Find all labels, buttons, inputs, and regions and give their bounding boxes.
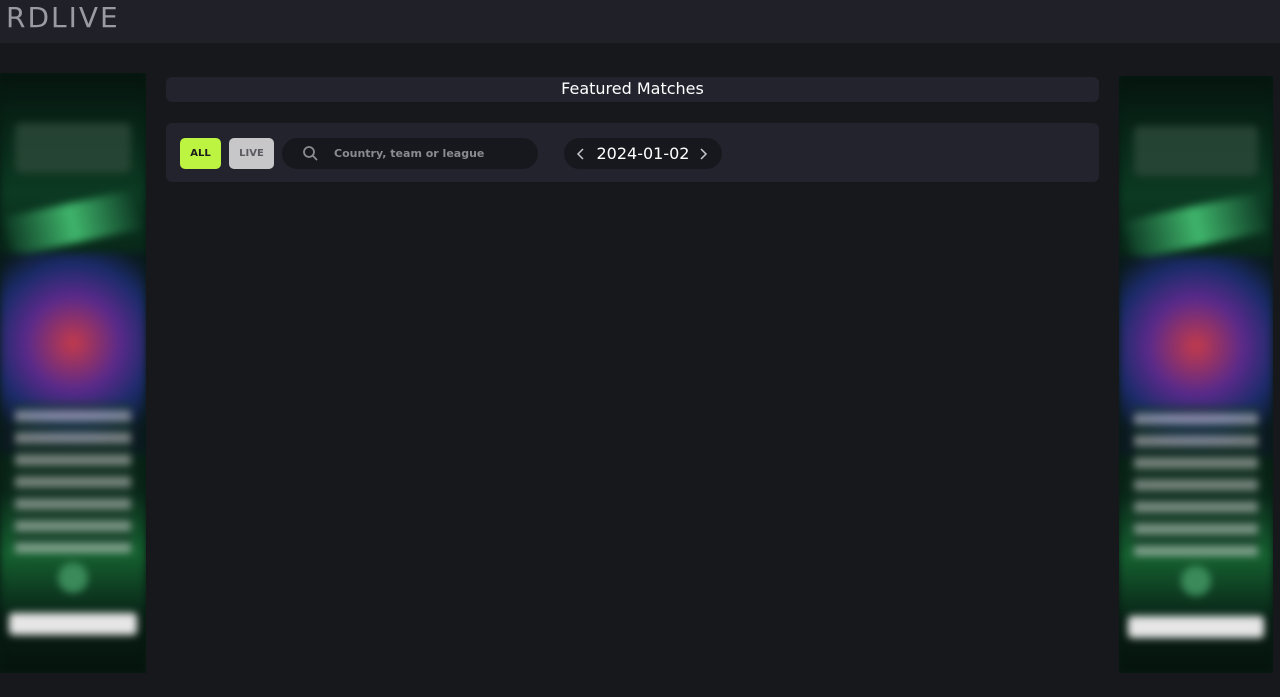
site-logo[interactable]: RDLIVE — [6, 4, 120, 32]
top-navbar: RDLIVE — [0, 0, 1280, 43]
left-banner-ad[interactable] — [0, 73, 146, 673]
search-box[interactable] — [282, 138, 538, 169]
selected-date[interactable]: 2024-01-02 — [594, 138, 692, 169]
search-input[interactable] — [334, 138, 530, 169]
filter-live-button[interactable]: LIVE — [229, 138, 274, 169]
search-icon — [302, 145, 318, 161]
filter-all-button[interactable]: ALL — [180, 138, 221, 169]
right-banner-ad[interactable] — [1119, 76, 1273, 673]
date-picker: 2024-01-02 — [564, 138, 722, 169]
chevron-right-icon[interactable] — [696, 146, 710, 160]
chevron-left-icon[interactable] — [574, 146, 588, 160]
featured-matches-title: Featured Matches — [166, 77, 1099, 102]
match-filter-bar: ALL LIVE 2024-01-02 — [166, 123, 1099, 182]
